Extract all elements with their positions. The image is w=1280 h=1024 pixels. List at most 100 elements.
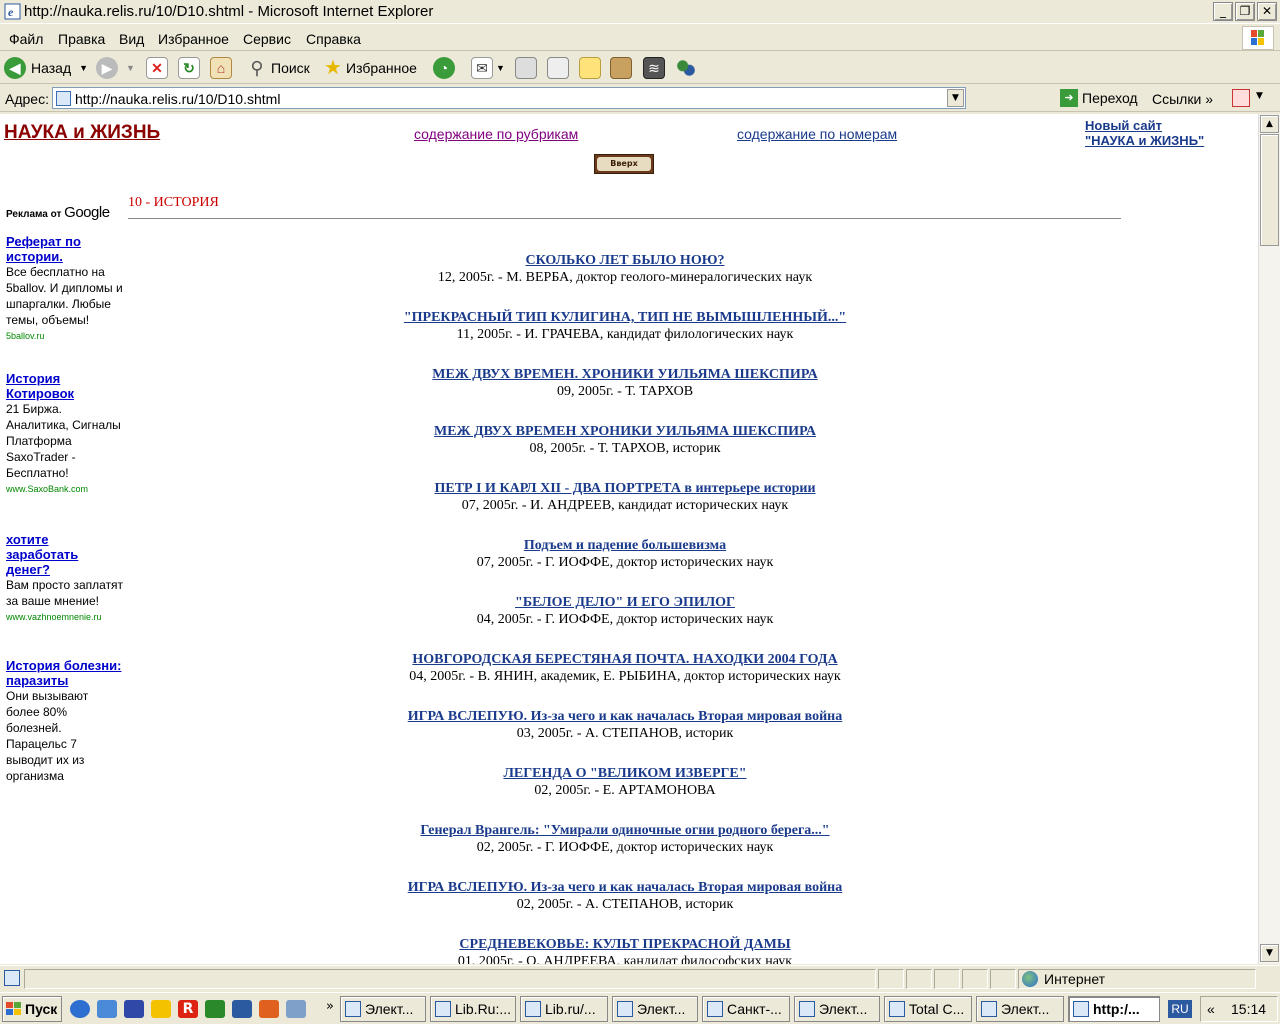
taskbar-button[interactable]: Элект... (976, 996, 1064, 1022)
ads-by-label: Реклама от (6, 209, 62, 220)
history-button[interactable]: ◔ (433, 55, 455, 81)
stop-icon: ✕ (146, 57, 168, 79)
taskbar-button[interactable]: Total C... (884, 996, 972, 1022)
home-button[interactable]: ⌂ (210, 55, 232, 81)
minimize-button[interactable]: _ (1213, 2, 1233, 21)
menu-favorites[interactable]: Избранное (158, 31, 229, 47)
article-item: ИГРА ВСЛЕПУЮ. Из-за чего и как началась … (240, 879, 1010, 913)
print-button[interactable] (515, 55, 537, 81)
new-site-link[interactable]: Новый сайт "НАУКА и ЖИЗНЬ" (1085, 118, 1204, 148)
word-quicklaunch-icon[interactable] (232, 1000, 252, 1018)
ie-icon (435, 1001, 451, 1017)
ad-url[interactable]: 5ballov.ru (6, 328, 124, 344)
app-quicklaunch-icon[interactable] (286, 1000, 306, 1018)
go-button[interactable]: ➜ Переход (1060, 89, 1138, 107)
article-title-link[interactable]: НОВГОРОДСКАЯ БЕРЕСТЯНАЯ ПОЧТА. НАХОДКИ 2… (240, 651, 1010, 668)
taskbar-button-active[interactable]: http:/... (1068, 996, 1160, 1022)
office-quicklaunch-icon[interactable] (259, 1000, 279, 1018)
article-title-link[interactable]: ИГРА ВСЛЕПУЮ. Из-за чего и как началась … (240, 708, 1010, 725)
article-title-link[interactable]: Подъем и падение большевизма (240, 537, 1010, 554)
article-meta: 02, 2005г. - Е. АРТАМОНОВА (534, 783, 716, 798)
taskbar-button[interactable]: Элект... (794, 996, 880, 1022)
task-label: Элект... (1001, 1001, 1050, 1017)
explorer-quicklaunch-icon[interactable] (97, 1000, 117, 1018)
word-icon (981, 1001, 997, 1017)
ad-title-link[interactable]: История Котировок (6, 371, 124, 401)
ad-url[interactable]: www.vazhnoemnenie.ru (6, 609, 124, 625)
page-content: НАУКА и ЖИЗНЬ содержание по рубрикам сод… (0, 114, 1258, 964)
menu-help[interactable]: Справка (306, 31, 361, 47)
clock[interactable]: 15:14 (1231, 1001, 1266, 1017)
article-title-link[interactable]: СРЕДНЕВЕКОВЬЕ: КУЛЬТ ПРЕКРАСНОЙ ДАМЫ (240, 936, 1010, 953)
edit-button[interactable] (547, 55, 569, 81)
task-label: Lib.Ru:... (455, 1001, 512, 1017)
article-title-link[interactable]: ИГРА ВСЛЕПУЮ. Из-за чего и как началась … (240, 879, 1010, 896)
issues-link[interactable]: содержание по номерам (737, 126, 897, 142)
ad-url[interactable]: www.SaxoBank.com (6, 481, 124, 497)
ad-item: История болезни: паразиты Они вызывают б… (6, 658, 124, 804)
menu-file[interactable]: Файл (9, 31, 43, 47)
refresh-button[interactable]: ↻ (178, 55, 200, 81)
address-input[interactable]: http://nauka.relis.ru/10/D10.shtml ▼ (52, 87, 966, 109)
chevron-down-icon: ▼ (126, 63, 135, 73)
discuss-button[interactable] (579, 55, 601, 81)
article-title-link[interactable]: СКОЛЬКО ЛЕТ БЫЛО НОЮ? (240, 252, 1010, 269)
scroll-thumb[interactable] (1260, 134, 1279, 246)
article-title-link[interactable]: ЛЕГЕНДА О "ВЕЛИКОМ ИЗВЕРГЕ" (240, 765, 1010, 782)
start-button[interactable]: Пуск (2, 996, 62, 1022)
article-title-link[interactable]: "ПРЕКРАСНЫЙ ТИП КУЛИГИНА, ТИП НЕ ВЫМЫШЛЕ… (240, 309, 1010, 326)
menu-tools[interactable]: Сервис (243, 31, 291, 47)
taskbar-button[interactable]: Элект... (612, 996, 698, 1022)
tray-expand-icon[interactable]: « (1207, 1001, 1215, 1017)
bat-quicklaunch-icon[interactable] (151, 1000, 171, 1018)
r-app-quicklaunch-icon[interactable]: R (178, 1000, 198, 1018)
vertical-scrollbar[interactable]: ▲ ▼ (1258, 114, 1280, 964)
research-button[interactable] (610, 55, 632, 81)
chevron-right-icon[interactable]: » (326, 999, 334, 1014)
scroll-up-button[interactable]: ▲ (1260, 115, 1279, 133)
ad-title-link[interactable]: История болезни: паразиты (6, 658, 124, 688)
article-title-link[interactable]: МЕЖ ДВУХ ВРЕМЕН. ХРОНИКИ УИЛЬЯМА ШЕКСПИР… (240, 366, 1010, 383)
address-url: http://nauka.relis.ru/10/D10.shtml (75, 91, 281, 107)
mail-button[interactable]: ✉ ▼ (471, 55, 505, 81)
search-button[interactable]: ⚲ Поиск (246, 55, 309, 81)
scroll-down-button[interactable]: ▼ (1260, 944, 1279, 962)
article-title-link[interactable]: МЕЖ ДВУХ ВРЕМЕН ХРОНИКИ УИЛЬЯМА ШЕКСПИРА (240, 423, 1010, 440)
word-icon (345, 1001, 361, 1017)
taskbar-button[interactable]: Санкт-... (702, 996, 790, 1022)
taskbar-button[interactable]: Lib.Ru:... (430, 996, 516, 1022)
chevron-down-icon[interactable]: ▼ (1256, 91, 1263, 101)
ads-by-google[interactable]: Реклама от Google (6, 204, 110, 221)
article-title-link[interactable]: "БЕЛОЕ ДЕЛО" И ЕГО ЭПИЛОГ (240, 594, 1010, 611)
ad-text: Все бесплатно на 5ballov. И дипломы и шп… (6, 265, 123, 327)
messenger-button[interactable] (675, 55, 697, 81)
taskbar-button[interactable]: Элект... (340, 996, 426, 1022)
ad-title-link[interactable]: хотите заработать денег? (6, 532, 124, 577)
excel-quicklaunch-icon[interactable] (205, 1000, 225, 1018)
ie-quicklaunch-icon[interactable] (70, 1000, 90, 1018)
article-title-link[interactable]: Генерал Врангель: "Умирали одиночные огн… (240, 822, 1010, 839)
close-button[interactable]: ✕ (1257, 2, 1277, 21)
rubrics-link[interactable]: содержание по рубрикам (414, 126, 578, 142)
menu-view[interactable]: Вид (119, 31, 144, 47)
mail-icon: ✉ (471, 57, 493, 79)
links-button[interactable]: Ссылки » (1152, 91, 1213, 107)
article-title-link[interactable]: ПЕТР I И КАРЛ XII - ДВА ПОРТРЕТА в интер… (240, 480, 1010, 497)
article-meta: 09, 2005г. - Т. ТАРХОВ (556, 384, 694, 399)
up-button[interactable]: Вверх (594, 154, 654, 174)
archive-button[interactable]: ≋ (643, 55, 665, 81)
maximize-button[interactable]: ❐ (1235, 2, 1255, 21)
save-quicklaunch-icon[interactable] (124, 1000, 144, 1018)
stop-button[interactable]: ✕ (146, 55, 168, 81)
favorites-button[interactable]: ★ Избранное (322, 55, 417, 81)
forward-button[interactable]: ▶ ▼ (96, 55, 135, 81)
taskbar-button[interactable]: Lib.ru/... (520, 996, 608, 1022)
site-title-link[interactable]: НАУКА и ЖИЗНЬ (4, 122, 160, 144)
address-dropdown-button[interactable]: ▼ (947, 89, 964, 107)
language-indicator[interactable]: RU (1168, 1000, 1192, 1018)
ad-title-link[interactable]: Реферат по истории. (6, 234, 124, 264)
menu-edit[interactable]: Правка (58, 31, 105, 47)
links-label: Ссылки (1152, 91, 1202, 107)
back-button[interactable]: ◀ Назад ▼ (4, 55, 88, 81)
toolbar-extension-icon[interactable] (1232, 89, 1250, 107)
